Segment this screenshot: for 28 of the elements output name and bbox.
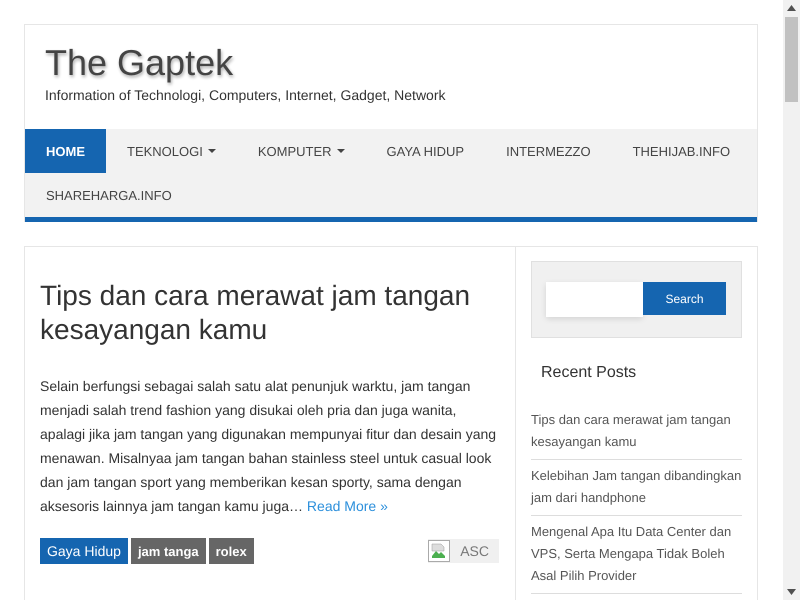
widget-title: Recent Posts (541, 364, 636, 382)
scrollbar[interactable] (783, 0, 800, 600)
nav-item[interactable]: TEKNOLOGI (106, 129, 237, 173)
badge: ASC (428, 539, 499, 563)
scroll-up-icon[interactable] (787, 5, 796, 11)
nav-item[interactable]: GAYA HIDUP (366, 129, 486, 173)
category-link[interactable]: Gaya Hidup (40, 538, 128, 564)
tag-link[interactable]: rolex (208, 538, 254, 564)
recent-post-link[interactable]: Kelebihan Jam tangan dibandingkan jam dari handphone (531, 460, 742, 516)
site-title[interactable]: The Gaptek (45, 43, 234, 83)
scrollbar-thumb[interactable] (785, 17, 798, 102)
recent-post-link[interactable]: Tips dan cara merawat jam tangan kesayangan kamu (531, 404, 742, 460)
nav-item[interactable]: HOME (25, 129, 106, 173)
site-tagline: Information of Technologi, Computers, Internet, Gadget, Network (45, 87, 446, 103)
recent-post-link[interactable]: Mengenal Apa Itu Data Center dan VPS, Serta Mengapa Tidak Boleh Asal Pilih Provider (531, 516, 742, 594)
post-excerpt: Selain berfungsi sebagai salah satu alat penunjuk warktu, jam tangan menjadi salah trend fashion yang disukai oleh pria dan juga wanita, apalagi jika jam tangan yang digunakan mempunyai fitur dan desain yang menawan. Misalnyaa jam tangan bahan stainless steel untuk casual look dan jam tangan sport yang memberikan kesan sporty, sama dengan aksesoris lainnya jam tangan kamu juga… Read More » (40, 377, 498, 516)
search-button[interactable]: Search (643, 282, 726, 315)
caret-icon (336, 149, 345, 153)
nav-item[interactable]: KOMPUTER (236, 129, 366, 173)
search-field[interactable] (546, 282, 643, 317)
scroll-down-icon[interactable] (787, 589, 796, 595)
nav-item[interactable]: THEHIJAB.INFO (612, 129, 752, 173)
post-title[interactable]: Tips dan cara merawat jam tangan kesayangan kamu (40, 279, 499, 347)
broken-image-icon (428, 540, 450, 562)
tag-link[interactable]: jam tanga (130, 538, 206, 564)
caret-icon (208, 149, 216, 153)
nav-item[interactable]: INTERMEZZO (485, 129, 612, 173)
nav-item[interactable]: SHAREHARGA.INFO (25, 173, 193, 217)
